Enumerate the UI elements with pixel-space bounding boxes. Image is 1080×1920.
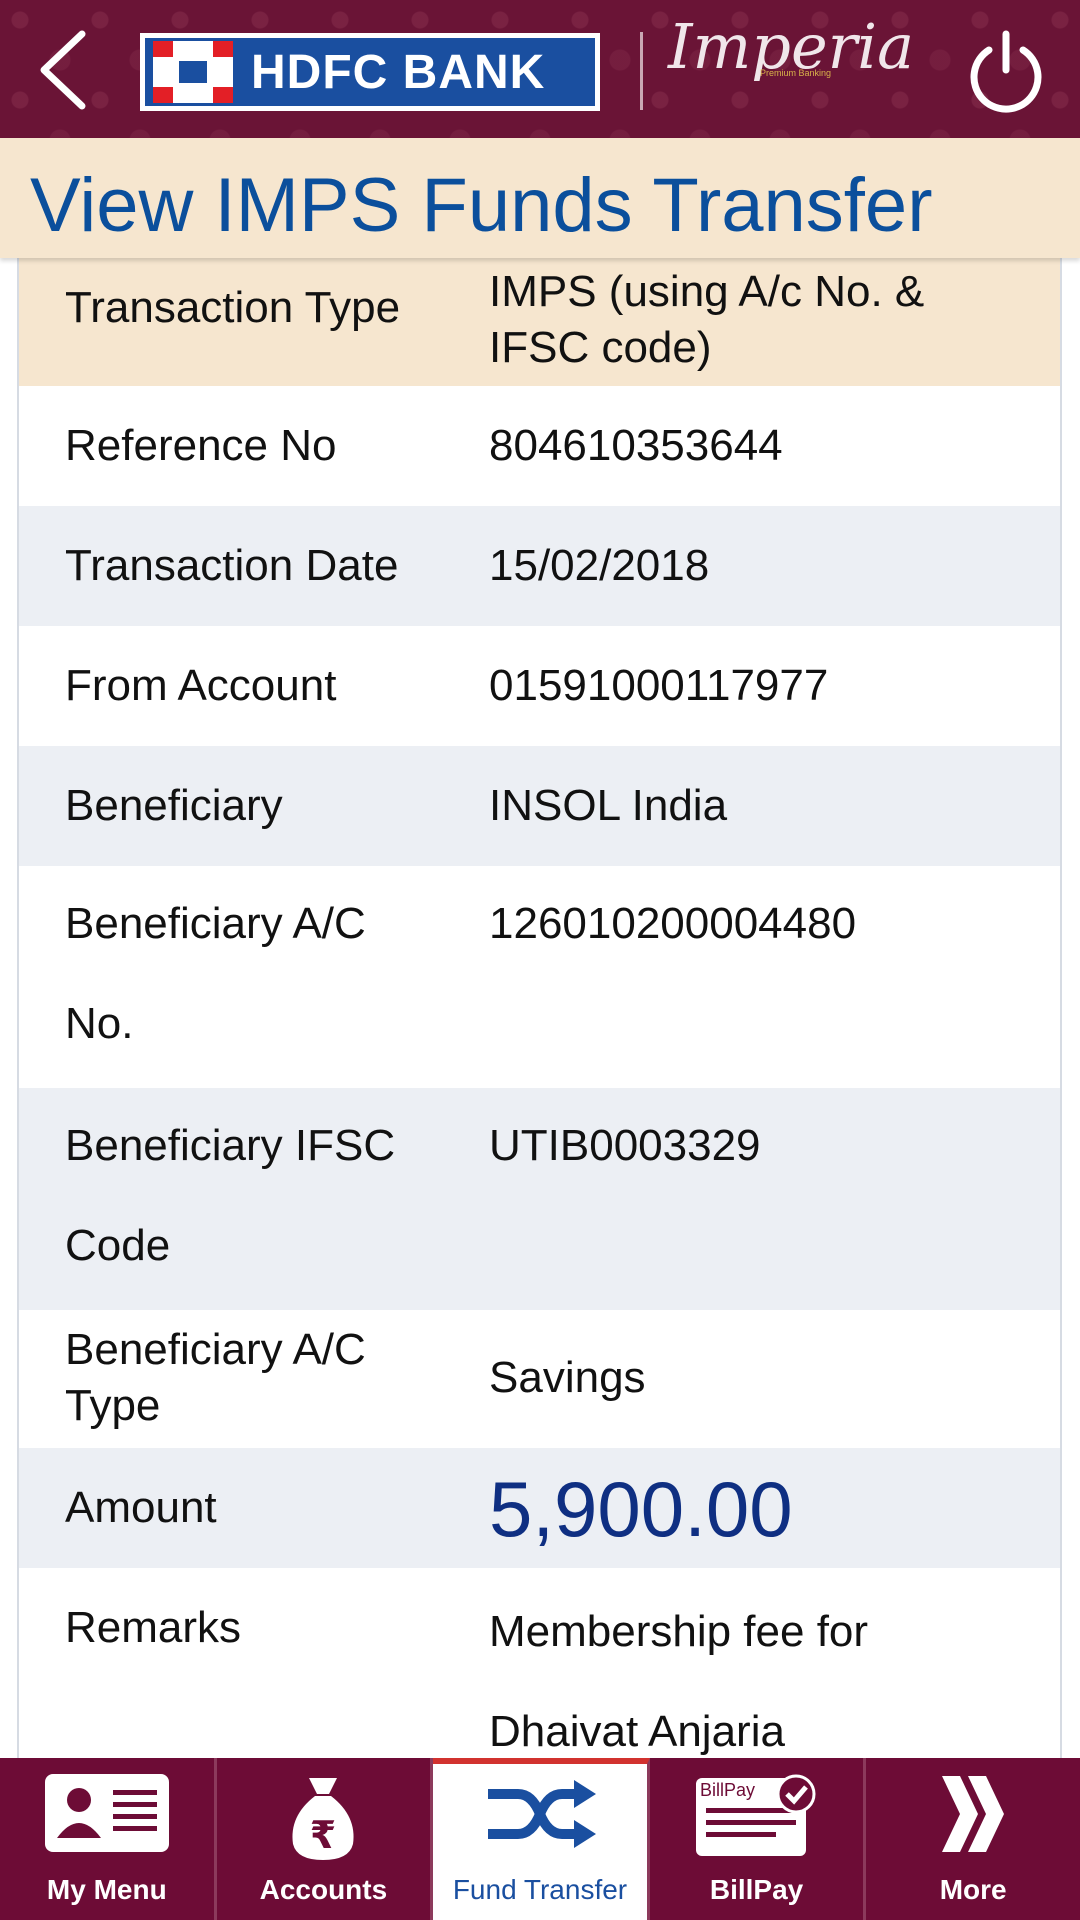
logout-button[interactable] — [962, 26, 1050, 114]
beneficiary-ac-type-label: Beneficiary A/C Type — [65, 1325, 366, 1430]
transaction-date-value: 15/02/2018 — [489, 541, 710, 590]
money-bag-icon: ₹ — [292, 1778, 354, 1860]
billpay-icon-text: BillPay — [700, 1780, 755, 1800]
menu-card-icon — [44, 1774, 169, 1852]
transfer-details: Transaction Type IMPS (using A/c No. & I… — [17, 258, 1062, 1758]
back-button[interactable] — [30, 28, 100, 112]
from-account-label: From Account — [65, 661, 337, 710]
from-account-value: 01591000117977 — [489, 661, 829, 710]
svg-text:₹: ₹ — [310, 1813, 336, 1857]
amount-label: Amount — [65, 1483, 217, 1532]
beneficiary-ac-no-label: Beneficiary A/C No. — [65, 899, 366, 1048]
detail-row-transaction-type: Transaction Type IMPS (using A/c No. & I… — [19, 258, 1060, 386]
detail-row-from-account: From Account 01591000117977 — [19, 626, 1060, 746]
detail-row-amount: Amount 5,900.00 — [19, 1448, 1060, 1568]
remarks-value: Membership fee for Dhaivat Anjaria — [489, 1607, 869, 1756]
transaction-type-label: Transaction Type — [65, 283, 401, 332]
bill-check-icon: BillPay — [695, 1774, 816, 1856]
detail-row-transaction-date: Transaction Date 15/02/2018 — [19, 506, 1060, 626]
tab-more[interactable]: More — [866, 1758, 1080, 1920]
detail-row-beneficiary: Beneficiary INSOL India — [19, 746, 1060, 866]
tab-more-label: More — [939, 1874, 1007, 1905]
header-divider — [640, 32, 643, 110]
reference-no-value: 804610353644 — [489, 421, 783, 470]
tab-billpay[interactable]: BillPay BillPay — [650, 1758, 867, 1920]
detail-row-reference-no: Reference No 804610353644 — [19, 386, 1060, 506]
beneficiary-ifsc-label: Beneficiary IFSC Code — [65, 1121, 396, 1270]
beneficiary-label: Beneficiary — [65, 781, 283, 830]
transaction-date-label: Transaction Date — [65, 541, 399, 590]
hdfc-bank-logo: HDFC BANK — [140, 33, 600, 111]
detail-row-beneficiary-ifsc: Beneficiary IFSC Code UTIB0003329 — [19, 1088, 1060, 1310]
app-header: HDFC BANK Imperia Premium Banking — [0, 0, 1080, 138]
detail-row-beneficiary-ac-no: Beneficiary A/C No. 126010200004480 — [19, 866, 1060, 1088]
imperia-tagline: Premium Banking — [760, 68, 832, 78]
beneficiary-ifsc-value: UTIB0003329 — [489, 1121, 761, 1170]
tab-my-menu[interactable]: My Menu — [0, 1758, 217, 1920]
brand-name: HDFC BANK — [251, 45, 546, 99]
beneficiary-ac-no-value: 126010200004480 — [489, 899, 857, 948]
tab-billpay-label: BillPay — [709, 1874, 804, 1905]
chevron-left-icon — [40, 30, 86, 110]
transaction-type-value: IMPS (using A/c No. & IFSC code) — [489, 267, 925, 372]
shuffle-icon — [487, 1780, 596, 1848]
bottom-navigation: My Menu ₹ Accounts Fund Transfer BillPay — [0, 1758, 1080, 1920]
remarks-label: Remarks — [65, 1603, 242, 1652]
tab-fund-transfer[interactable]: Fund Transfer — [433, 1758, 650, 1920]
double-chevron-right-icon — [942, 1776, 1005, 1852]
detail-row-remarks: Remarks Membership fee for Dhaivat Anjar… — [19, 1568, 1060, 1758]
page-title: View IMPS Funds Transfer — [30, 163, 933, 248]
tab-accounts[interactable]: ₹ Accounts — [217, 1758, 434, 1920]
reference-no-label: Reference No — [65, 421, 337, 470]
tab-accounts-label: Accounts — [259, 1874, 388, 1905]
tab-my-menu-label: My Menu — [46, 1874, 167, 1905]
tab-fund-transfer-label: Fund Transfer — [452, 1874, 628, 1905]
amount-value: 5,900.00 — [489, 1465, 793, 1553]
power-icon — [970, 30, 1042, 113]
detail-row-beneficiary-ac-type: Beneficiary A/C Type Savings — [19, 1310, 1060, 1448]
hdfc-mark-icon — [153, 41, 233, 103]
page-title-bar: View IMPS Funds Transfer — [0, 138, 1080, 258]
beneficiary-ac-type-value: Savings — [489, 1353, 646, 1402]
beneficiary-value: INSOL India — [489, 781, 728, 830]
